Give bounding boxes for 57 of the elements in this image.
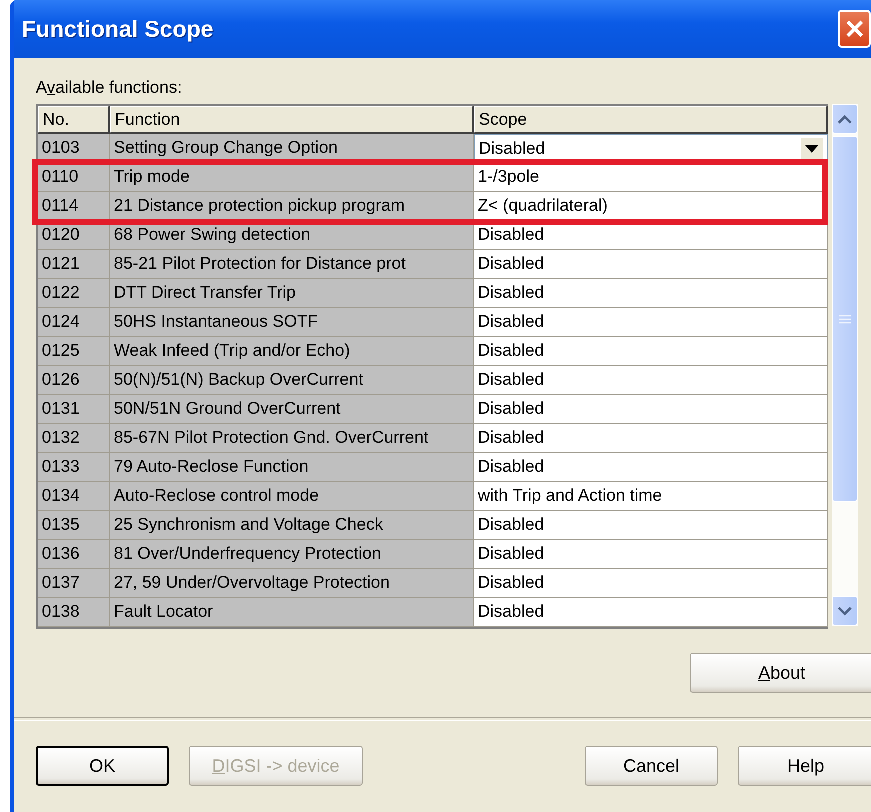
table-cell: 0137 [38, 569, 110, 598]
table-cell[interactable]: Disabled [474, 308, 828, 337]
list-label: Available functions: [36, 78, 182, 98]
table-cell[interactable]: Disabled [474, 424, 828, 453]
table-cell: 50HS Instantaneous SOTF [110, 308, 474, 337]
table-cell: 0133 [38, 453, 110, 482]
table-cell: 0135 [38, 511, 110, 540]
table-cell: 50(N)/51(N) Backup OverCurrent [110, 366, 474, 395]
window-title: Functional Scope [22, 16, 214, 42]
close-button[interactable] [838, 10, 871, 48]
dialog-button[interactable]: Cancel [585, 746, 718, 786]
table-cell: 0132 [38, 424, 110, 453]
table-cell: Weak Infeed (Trip and/or Echo) [110, 337, 474, 366]
scroll-thumb[interactable] [832, 136, 858, 502]
dialog-button[interactable]: Help [738, 746, 871, 786]
table-cell[interactable]: Disabled [474, 569, 828, 598]
table-cell[interactable]: with Trip and Action time [474, 482, 828, 511]
table-cell: DTT Direct Transfer Trip [110, 279, 474, 308]
table-cell: 21 Distance protection pickup program [110, 192, 474, 221]
dialog-button[interactable]: OK [36, 746, 169, 786]
table-cell: 0136 [38, 540, 110, 569]
table-cell: 25 Synchronism and Voltage Check [110, 511, 474, 540]
table-cell[interactable]: Disabled [474, 366, 828, 395]
table-cell[interactable]: Disabled [474, 337, 828, 366]
scroll-up-icon[interactable] [832, 104, 858, 134]
table-cell: 0110 [38, 163, 110, 192]
table-cell: 85-67N Pilot Protection Gnd. OverCurrent [110, 424, 474, 453]
table-cell[interactable]: Disabled [474, 598, 828, 627]
column-header[interactable]: Scope [474, 106, 828, 134]
table-cell[interactable]: Disabled [474, 540, 828, 569]
table-cell[interactable]: Disabled [474, 453, 828, 482]
table-cell[interactable]: Disabled [474, 511, 828, 540]
table-cell: 50N/51N Ground OverCurrent [110, 395, 474, 424]
table-cell: Trip mode [110, 163, 474, 192]
column-header[interactable]: No. [38, 106, 110, 134]
table-cell: 0131 [38, 395, 110, 424]
scrollbar[interactable] [832, 104, 858, 626]
table-cell: 85-21 Pilot Protection for Distance prot [110, 250, 474, 279]
table-cell: 81 Over/Underfrequency Protection [110, 540, 474, 569]
table-cell: 0126 [38, 366, 110, 395]
table-cell: 79 Auto-Reclose Function [110, 453, 474, 482]
table-cell: 0124 [38, 308, 110, 337]
table-cell: Fault Locator [110, 598, 474, 627]
table-cell: 0121 [38, 250, 110, 279]
table-cell: 0114 [38, 192, 110, 221]
scroll-down-icon[interactable] [832, 596, 858, 626]
table-cell[interactable]: Disabled [474, 395, 828, 424]
table-cell: 0138 [38, 598, 110, 627]
table-cell: Auto-Reclose control mode [110, 482, 474, 511]
table-cell: 0125 [38, 337, 110, 366]
table-cell: 0134 [38, 482, 110, 511]
about-button[interactable]: About [690, 653, 871, 693]
table-cell[interactable]: Disabled [474, 279, 828, 308]
column-header[interactable]: Function [110, 106, 474, 134]
table-cell[interactable]: Disabled [474, 250, 828, 279]
table-cell: 27, 59 Under/Overvoltage Protection [110, 569, 474, 598]
table-cell: 0122 [38, 279, 110, 308]
